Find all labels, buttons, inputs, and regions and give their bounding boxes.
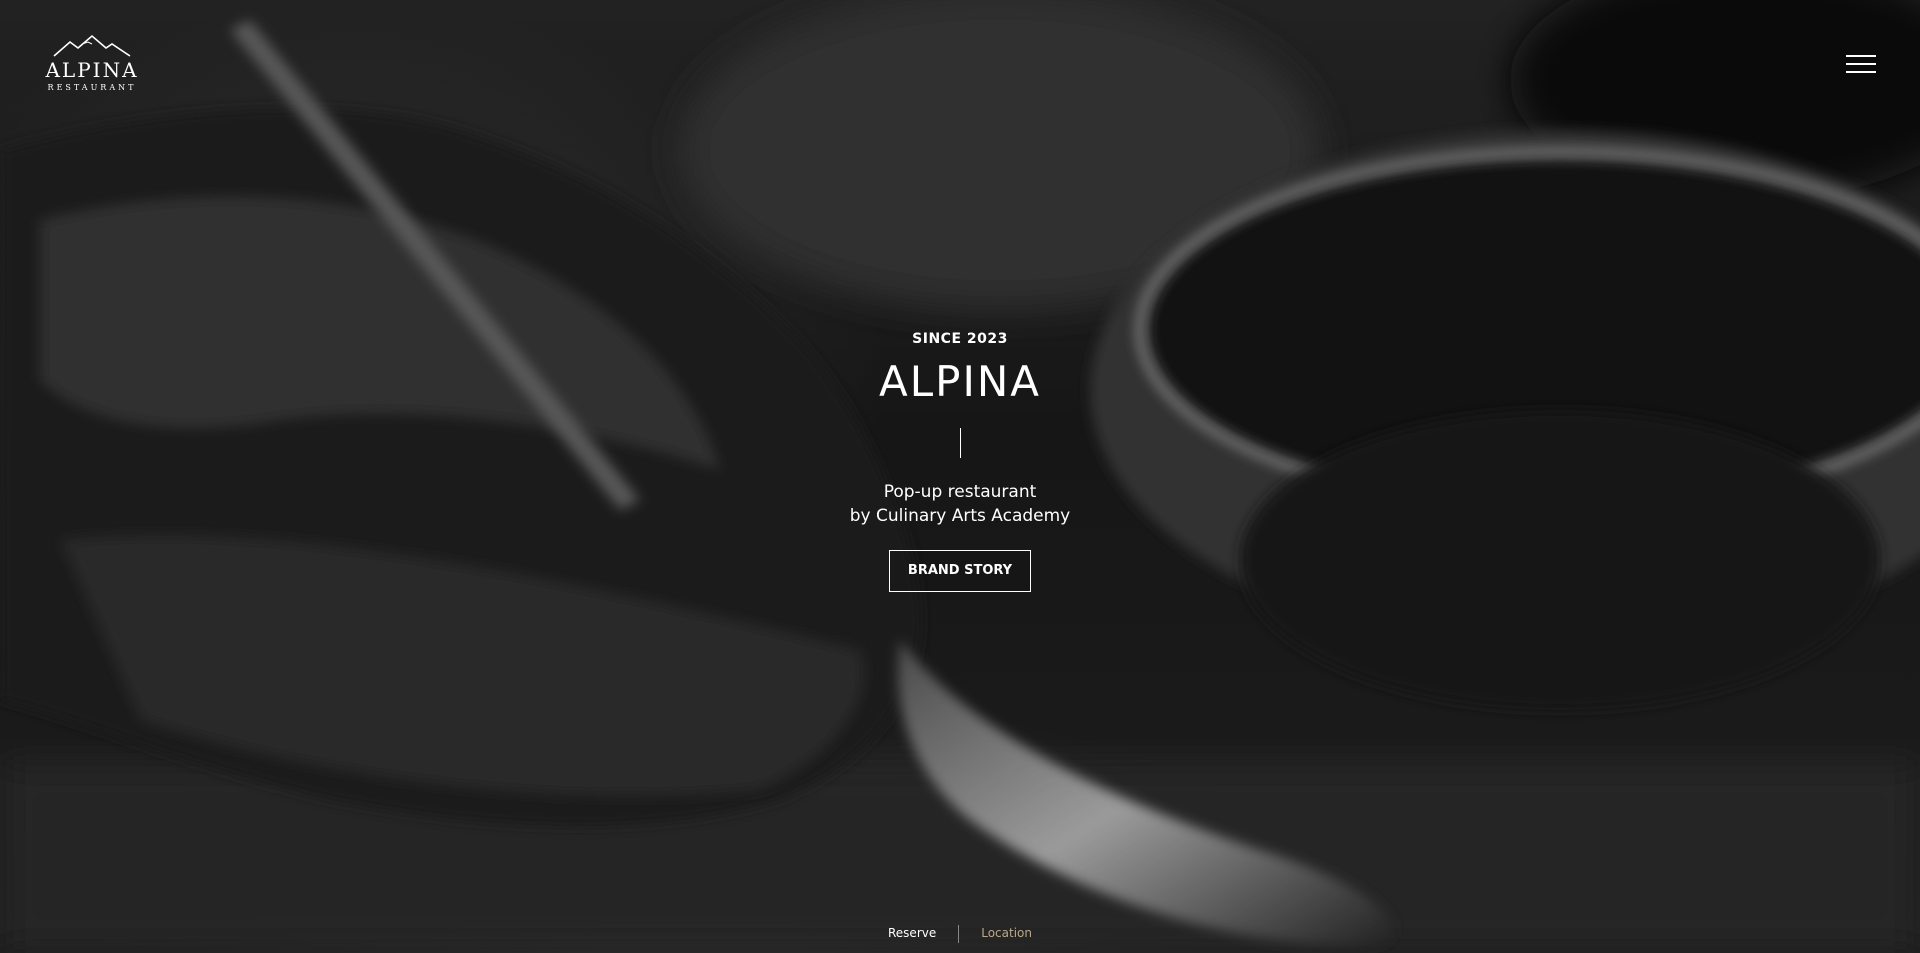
menu-bar — [1846, 55, 1876, 57]
mountains-logo-icon — [53, 34, 131, 57]
site-logo[interactable]: ALPINA RESTAURANT — [44, 34, 140, 94]
subtitle-line-2: by Culinary Arts Academy — [849, 506, 1071, 526]
menu-bar — [1846, 71, 1876, 73]
logo-name: ALPINA — [45, 58, 139, 82]
hamburger-menu-icon[interactable] — [1846, 55, 1876, 77]
bottom-links: Reserve Location — [0, 924, 1920, 943]
hero-subtitle: Pop-up restaurant by Culinary Arts Acade… — [0, 480, 1920, 528]
hero-title: ALPINA — [879, 357, 1041, 406]
since-label: SINCE 2023 — [912, 331, 1008, 347]
menu-bar — [1846, 63, 1876, 65]
vertical-divider — [959, 428, 961, 458]
reserve-link[interactable]: Reserve — [866, 924, 958, 942]
hero-section: ALPINA RESTAURANT SINCE 2023 ALPINA Pop-… — [0, 0, 1920, 953]
location-link[interactable]: Location — [959, 924, 1054, 942]
subtitle-line-1: Pop-up restaurant — [883, 482, 1037, 502]
logo-subtitle: RESTAURANT — [47, 83, 137, 92]
brand-story-button[interactable]: BRAND STORY — [888, 550, 1032, 592]
hero-content: SINCE 2023 ALPINA Pop-up restaurant by C… — [0, 330, 1920, 592]
